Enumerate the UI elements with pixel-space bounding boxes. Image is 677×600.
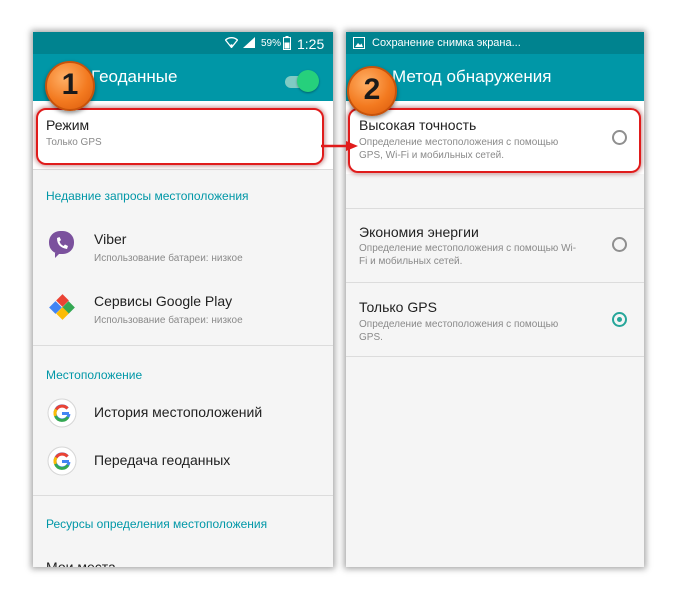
signal-icon (243, 37, 255, 48)
google-icon (47, 446, 77, 476)
notification-text: Сохранение снимка экрана... (372, 37, 521, 49)
option-description: Определение местоположения с помощью (359, 319, 559, 330)
clock: 1:25 (297, 36, 325, 52)
option-gps-only[interactable]: Только GPS Определение местоположения с … (346, 283, 644, 356)
page-title: Геоданные (91, 67, 178, 86)
location-header: Местоположение (46, 368, 143, 382)
list-item-viber[interactable]: Viber Использование батареи: низкое (33, 215, 333, 273)
location-sources-header: Ресурсы определения местоположения (46, 517, 268, 531)
highlight-high-accuracy (348, 108, 641, 173)
battery-percent: 59% (261, 38, 282, 49)
google-icon (47, 398, 77, 428)
list-item-google-play-services[interactable]: Сервисы Google Play Использование батаре… (33, 277, 333, 335)
toggle-thumb[interactable] (297, 70, 319, 92)
battery-usage: Использование батареи: низкое (94, 253, 243, 264)
option-power-saving[interactable]: Экономия энергии Определение местоположе… (346, 209, 644, 282)
divider (33, 345, 333, 346)
location-history-label: История местоположений (94, 404, 263, 420)
radio-gps-only[interactable] (612, 312, 627, 327)
list-item-location-sharing[interactable]: Передача геоданных (33, 437, 333, 485)
option-description: GPS. (359, 332, 383, 343)
arrow-right-icon (321, 141, 358, 151)
step-badge-2: 2 (347, 66, 397, 116)
step-badge-1: 1 (45, 61, 95, 111)
app-name: Сервисы Google Play (94, 293, 233, 309)
screenshot-notification-icon (353, 37, 365, 49)
viber-icon (49, 231, 74, 258)
divider (33, 495, 333, 496)
battery-icon (283, 36, 291, 50)
recent-requests-header: Недавние запросы местоположения (46, 189, 249, 203)
status-bar: Сохранение снимка экрана... (346, 32, 644, 54)
option-description: Определение местоположения с помощью Wi- (359, 243, 577, 254)
app-name: Viber (94, 231, 127, 247)
radio-power-saving[interactable] (612, 237, 627, 252)
divider (33, 169, 333, 170)
google-play-services-icon (49, 294, 75, 320)
location-sharing-label: Передача геоданных (94, 452, 231, 468)
option-label: Экономия энергии (359, 224, 479, 240)
page-title: Метод обнаружения (392, 67, 552, 86)
list-item-location-history[interactable]: История местоположений (33, 389, 333, 437)
status-bar: 59% 1:25 (33, 32, 333, 54)
option-label: Только GPS (359, 299, 437, 315)
battery-usage: Использование батареи: низкое (94, 315, 243, 326)
highlight-mode-setting (36, 108, 324, 165)
settings-list: Режим Только GPS Недавние запросы местоп… (33, 101, 333, 567)
my-places-label: Мои места (46, 559, 116, 567)
list-item-my-places[interactable]: Мои места (33, 549, 333, 567)
wifi-icon (225, 37, 238, 48)
divider (346, 356, 644, 357)
option-description: Fi и мобильных сетей. (359, 256, 463, 267)
